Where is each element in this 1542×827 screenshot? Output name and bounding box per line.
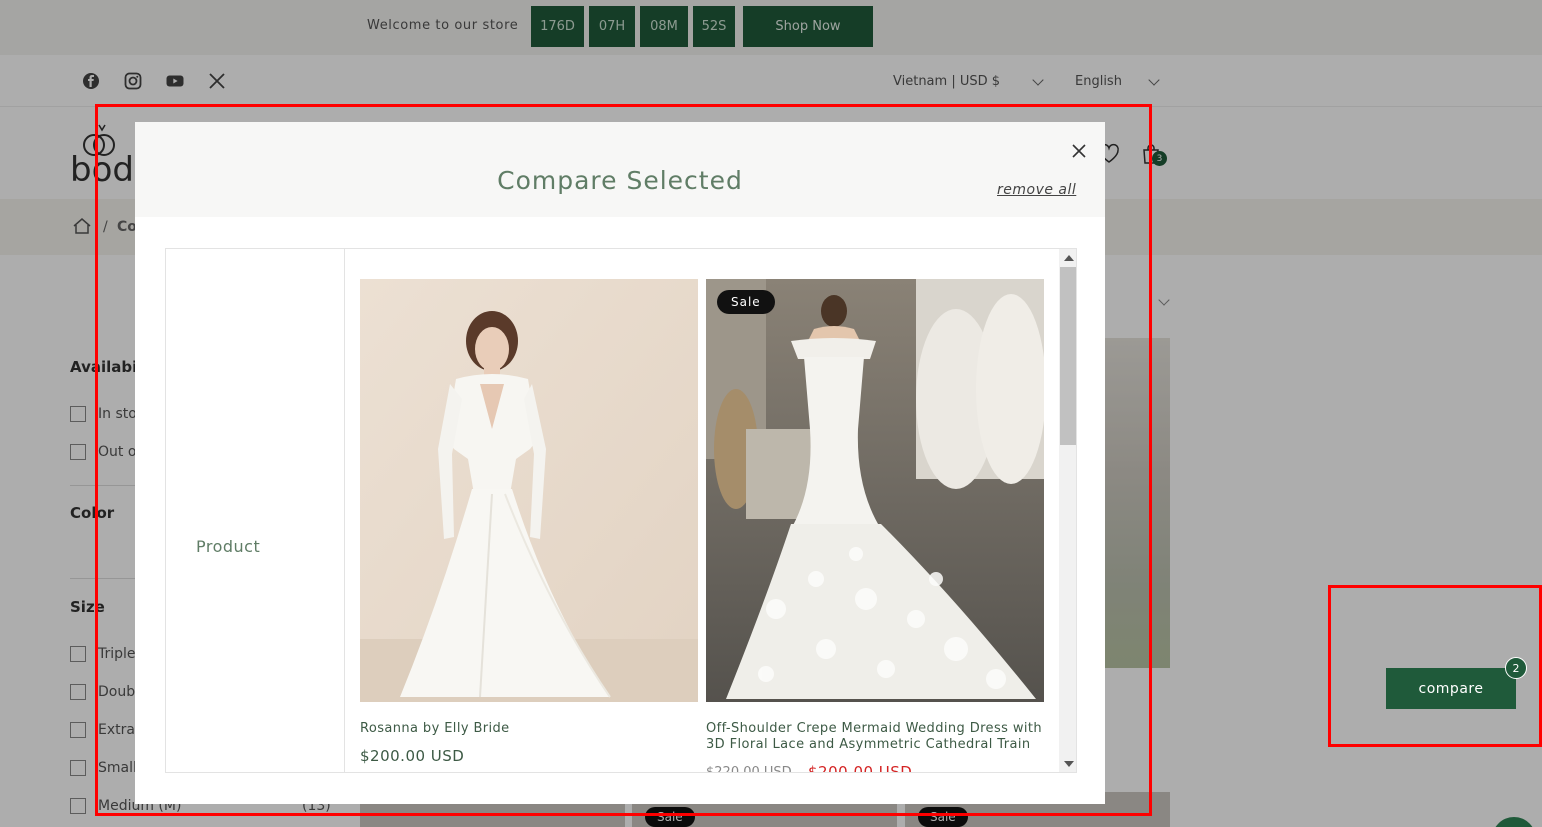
compare-modal: Compare Selected remove all Product Rosa… (135, 122, 1105, 804)
scroll-down-arrow-icon[interactable] (1064, 761, 1074, 767)
modal-title: Compare Selected (497, 166, 743, 195)
product-name-mermaid-dress[interactable]: Off-Shoulder Crepe Mermaid Wedding Dress… (706, 721, 1046, 753)
modal-header: Compare Selected remove all (135, 122, 1105, 217)
product-price-original: $220.00 USD (706, 765, 792, 773)
compare-count-badge: 2 (1505, 657, 1527, 679)
close-icon[interactable] (1070, 142, 1088, 160)
product-price-rosanna: $200.00 USD (360, 747, 465, 765)
sale-badge: Sale (717, 290, 775, 314)
scroll-up-arrow-icon[interactable] (1064, 255, 1074, 261)
product-image-mermaid-dress[interactable] (706, 279, 1044, 702)
product-price-sale: $200.00 USD (808, 763, 913, 773)
remove-all-link[interactable]: remove all (997, 182, 1076, 198)
label-column: Product (166, 249, 345, 772)
compare-table: Product Rosanna by Elly Bride $200.00 US… (165, 248, 1077, 773)
compare-button[interactable]: compare (1386, 668, 1516, 709)
product-name-rosanna[interactable]: Rosanna by Elly Bride (360, 721, 700, 737)
product-image-rosanna[interactable] (360, 279, 698, 702)
row-label-product: Product (196, 537, 261, 556)
scrollbar-thumb[interactable] (1060, 267, 1076, 445)
